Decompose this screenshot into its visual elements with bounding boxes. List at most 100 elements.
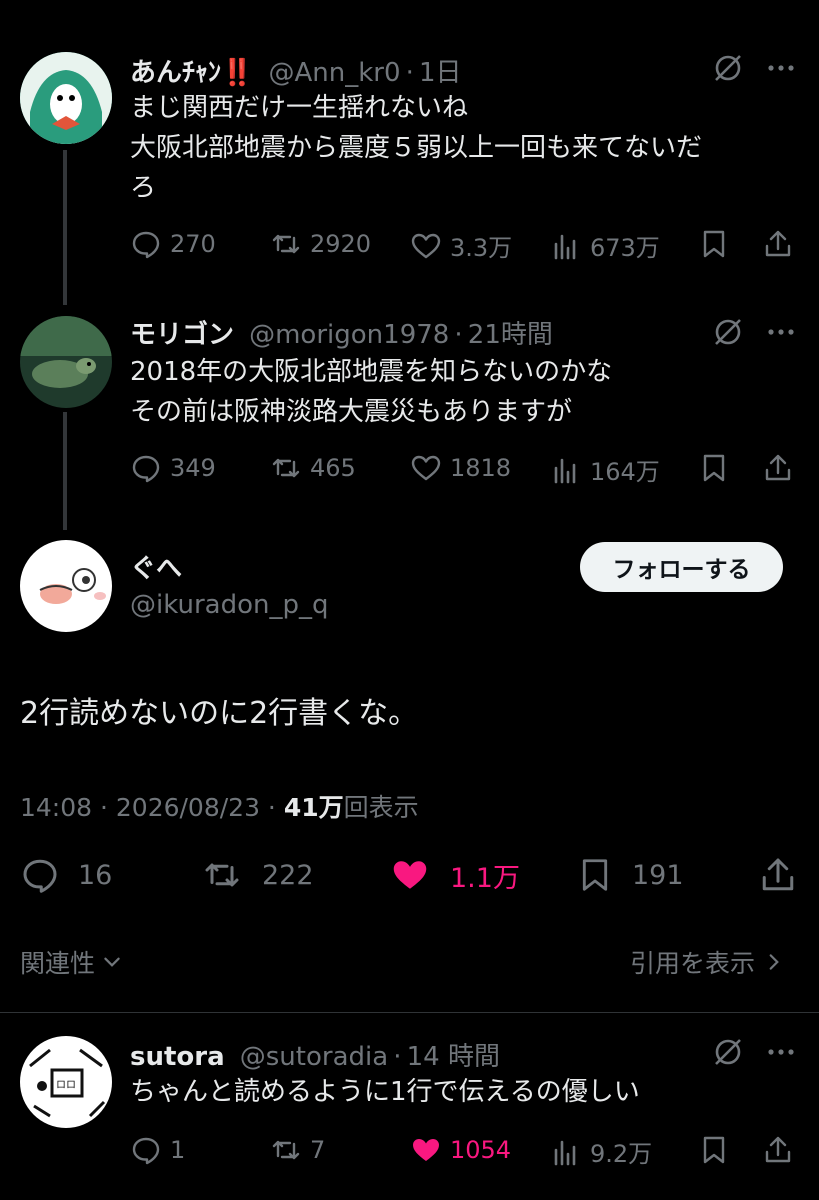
- repost-button[interactable]: 7: [270, 1134, 325, 1166]
- tweet-text-line: ろ: [130, 173, 157, 203]
- dot-separator: ·: [393, 1042, 402, 1072]
- like-count: 1818: [450, 454, 512, 482]
- views-icon: [554, 458, 576, 483]
- views-label: 回表示: [343, 793, 419, 822]
- bookmark-button[interactable]: [698, 228, 730, 260]
- views-count: 41万: [283, 793, 344, 822]
- reply-count: 16: [78, 859, 113, 891]
- views-count: 164万: [590, 458, 660, 486]
- like-button[interactable]: 1.1万: [388, 855, 520, 895]
- avatar[interactable]: [20, 540, 112, 632]
- repost-button[interactable]: 465: [270, 452, 356, 484]
- username[interactable]: @sutoradia: [240, 1042, 388, 1072]
- share-button[interactable]: [762, 452, 794, 484]
- username[interactable]: @morigon1978: [249, 320, 449, 350]
- bookmark-button[interactable]: [698, 452, 730, 484]
- share-button[interactable]: [758, 855, 798, 895]
- sort-label: 関連性: [20, 949, 96, 978]
- username[interactable]: @Ann_kr0: [268, 58, 400, 88]
- reply-count: 1: [170, 1136, 186, 1164]
- reply-icon: [23, 859, 57, 893]
- like-count: 1054: [450, 1136, 512, 1164]
- bookmark-icon: [703, 454, 725, 482]
- avatar-image: ロロ: [20, 1036, 112, 1128]
- timestamp[interactable]: 14:08 · 2026/08/23 ·: [20, 793, 284, 822]
- share-button[interactable]: [762, 1134, 794, 1166]
- like-count: 3.3万: [450, 234, 513, 262]
- tweet-header: sutora @sutoradia · 14 時間: [130, 1036, 500, 1073]
- heart-icon: [411, 455, 441, 481]
- svg-text:ロロ: ロロ: [56, 1080, 76, 1091]
- timestamp[interactable]: 14 時間: [407, 1042, 500, 1072]
- grok-icon[interactable]: [712, 52, 744, 84]
- heart-filled-icon: [413, 1139, 439, 1161]
- heart-icon: [411, 233, 441, 258]
- main-tweet-text: 2行読めないのに2行書くな。: [20, 696, 419, 731]
- avatar-image: [20, 316, 112, 408]
- views-icon: [554, 1140, 576, 1165]
- reply-button[interactable]: 270: [130, 228, 216, 260]
- follow-button[interactable]: フォローする: [580, 542, 783, 592]
- bookmark-button[interactable]: 191: [576, 855, 684, 895]
- share-icon: [765, 1136, 791, 1163]
- views-icon: [554, 234, 576, 259]
- like-button[interactable]: 3.3万: [410, 228, 512, 263]
- repost-icon: [272, 1140, 300, 1160]
- views-button[interactable]: 673万: [550, 228, 660, 263]
- timestamp[interactable]: 1日: [419, 58, 462, 88]
- heart-filled-icon: [393, 861, 427, 889]
- bookmark-icon: [703, 1136, 725, 1164]
- share-icon: [765, 454, 791, 481]
- repost-button[interactable]: 2920: [270, 228, 371, 260]
- reply-icon: [132, 231, 160, 259]
- view-quotes-link[interactable]: 引用を表示: [630, 944, 785, 980]
- reply-button[interactable]: 16: [20, 855, 112, 895]
- display-name[interactable]: モリゴン: [130, 320, 234, 350]
- share-button[interactable]: [762, 228, 794, 260]
- more-icon[interactable]: [765, 316, 797, 348]
- avatar[interactable]: [20, 316, 112, 408]
- reply-icon: [132, 455, 160, 483]
- thread-line: [63, 412, 67, 530]
- reply-button[interactable]: 1: [130, 1134, 185, 1166]
- tweet-text-line: 大阪北部地震から震度５弱以上一回も来てないだ: [130, 133, 703, 163]
- display-name[interactable]: ぐへ: [130, 548, 182, 585]
- reply-count: 270: [170, 230, 216, 258]
- avatar[interactable]: [20, 52, 112, 144]
- chevron-down-icon: [104, 957, 120, 967]
- views-count: 673万: [590, 234, 660, 262]
- like-button[interactable]: 1818: [410, 452, 511, 484]
- tweet-text: まじ関西だけ一生揺れないね 大阪北部地震から震度５弱以上一回も来てないだ ろ: [130, 88, 790, 208]
- sort-relevance-dropdown[interactable]: 関連性: [20, 944, 123, 980]
- tweet-header: モリゴン @morigon1978 · 21時間: [130, 314, 553, 351]
- reply-button[interactable]: 349: [130, 452, 216, 484]
- grok-icon[interactable]: [712, 316, 744, 348]
- divider: [0, 1012, 819, 1013]
- views-button[interactable]: 9.2万: [550, 1134, 652, 1169]
- repost-count: 465: [310, 454, 356, 482]
- more-icon[interactable]: [765, 1036, 797, 1068]
- grok-icon[interactable]: [712, 1036, 744, 1068]
- avatar-image: [20, 540, 112, 632]
- username[interactable]: @ikuradon_p_q: [130, 590, 328, 620]
- reply-icon: [132, 1137, 160, 1165]
- like-button[interactable]: 1054: [410, 1134, 511, 1166]
- repost-count: 222: [262, 859, 314, 891]
- display-name[interactable]: sutora: [130, 1042, 225, 1072]
- tweet-text-line: 2018年の大阪北部地震を知らないのかな: [130, 357, 613, 387]
- repost-count: 7: [310, 1136, 326, 1164]
- display-name[interactable]: あんﾁｬﾝ‼️: [130, 58, 253, 88]
- more-icon[interactable]: [765, 52, 797, 84]
- tweet-metadata: 14:08 · 2026/08/23 · 41万回表示: [20, 788, 419, 824]
- avatar[interactable]: ロロ: [20, 1036, 112, 1128]
- view-quotes-label: 引用を表示: [630, 949, 756, 978]
- views-button[interactable]: 164万: [550, 452, 660, 487]
- tweet-text-line: まじ関西だけ一生揺れないね: [130, 93, 469, 123]
- like-count: 1.1万: [450, 862, 520, 894]
- bookmark-button[interactable]: [698, 1134, 730, 1166]
- timestamp[interactable]: 21時間: [468, 320, 553, 350]
- dot-separator: ·: [454, 320, 463, 350]
- repost-button[interactable]: 222: [200, 855, 314, 895]
- repost-icon: [205, 863, 239, 887]
- bookmark-icon: [703, 230, 725, 258]
